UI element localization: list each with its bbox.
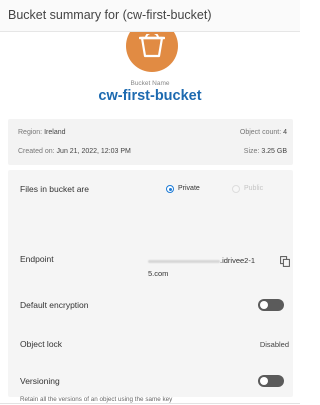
object-lock-label: Object lock [20,339,63,349]
region-value: Ireland [44,129,66,136]
default-encryption-toggle[interactable] [258,299,284,311]
object-count-label: Object count: [239,129,282,136]
divider [0,403,300,404]
created-value: Jun 21, 2022, 12:03 PM [56,148,131,155]
endpoint-label: Endpoint [20,254,54,264]
versioning-hint: Retain all the versions of an object usi… [20,396,173,403]
default-encryption-label: Default encryption [20,300,89,310]
versioning-toggle[interactable] [258,375,284,387]
dialog-header: Bucket summary for (cw-first-bucket) [0,0,300,32]
files-visibility-label: Files in bucket are [20,184,89,194]
public-radio[interactable] [232,185,240,193]
size-info: Size: 3.25 GB [244,148,287,155]
versioning-label: Versioning [20,376,60,386]
object-count-info: Object count: 4 [240,129,287,136]
object-lock-value: Disabled [259,340,289,349]
copy-icon[interactable] [280,256,290,267]
bucket-summary-panel: Bucket Name cw-first-bucket Region: Irel… [0,32,300,405]
region-label: Region: [18,129,43,136]
size-label: Size: [243,148,260,155]
bucket-avatar [126,32,178,72]
bucket-name: cw-first-bucket [98,88,202,104]
endpoint-redacted [148,258,220,266]
private-radio-label[interactable]: Private [178,185,200,192]
created-info: Created on: Jun 21, 2022, 12:03 PM [18,148,131,155]
bucket-icon [139,34,165,58]
object-count-value: 4 [283,129,287,136]
public-radio-label[interactable]: Public [244,185,263,192]
region-info: Region: Ireland [18,129,66,136]
endpoint-value-line1: .idrivee2-1 [220,256,256,265]
created-label: Created on: [18,148,55,155]
dialog-title: Bucket summary for (cw-first-bucket) [8,8,212,22]
size-value: 3.25 GB [261,148,287,155]
bucket-name-label: Bucket Name [130,80,170,87]
endpoint-value-line2: 5.com [148,269,169,278]
bucket-summary-box: Region: Ireland Created on: Jun 21, 2022… [8,119,293,165]
private-radio[interactable] [166,185,174,193]
bucket-settings-box: Files in bucket are Private Public Endpo… [8,170,293,403]
